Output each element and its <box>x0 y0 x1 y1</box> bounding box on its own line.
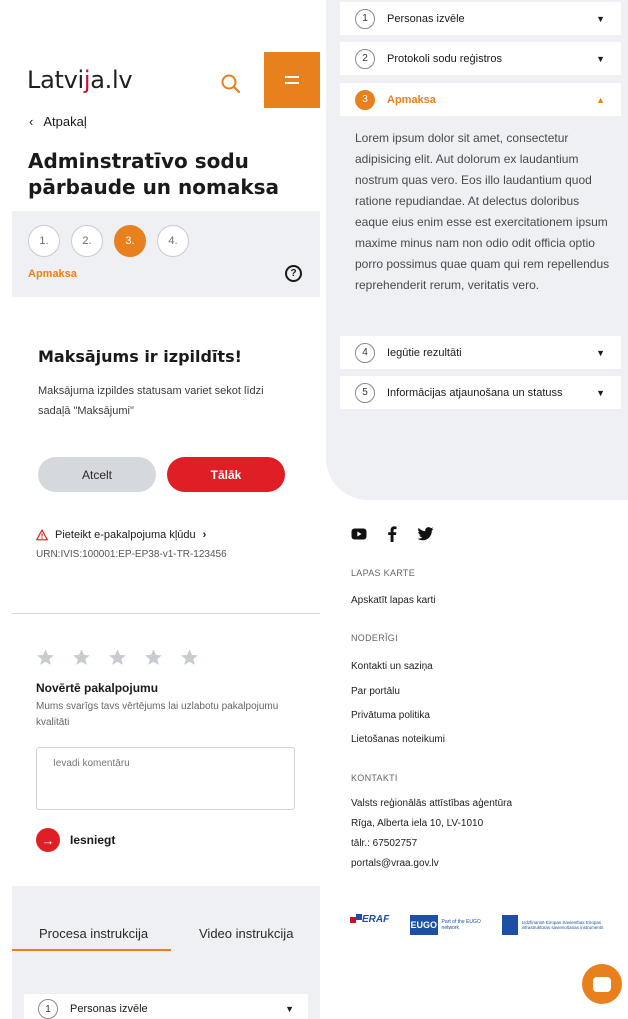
step-indicator: 1. 2. 3. 4. Apmaksa ? <box>12 211 320 297</box>
menu-line <box>285 76 299 78</box>
step-number: 3 <box>355 89 375 110</box>
help-icon[interactable]: ? <box>285 265 302 282</box>
star-icon[interactable] <box>36 648 55 667</box>
tab-video-instructions[interactable]: Video instrukcija <box>199 926 293 941</box>
contact-agency: Valsts reģionālās attīstības aģentūra <box>351 798 513 809</box>
submit-label: Iesniegt <box>70 833 116 847</box>
logo-text: Latvi <box>27 66 84 94</box>
menu-line <box>285 82 299 84</box>
accordion-label: Informācijas atjaunošana un statuss <box>387 386 563 399</box>
rating-stars <box>36 648 199 667</box>
footer-link-contacts[interactable]: Kontakti un saziņa <box>351 661 433 672</box>
accordion-label: Apmaksa <box>387 93 436 106</box>
rating-title: Novērtē pakalpojumu <box>36 681 159 695</box>
instruction-item-label: Personas izvēle <box>70 1003 148 1015</box>
instruction-item-1[interactable]: 1 Personas izvēle ▼ <box>24 994 308 1019</box>
submit-button[interactable]: → Iesniegt <box>36 828 115 852</box>
active-tab-indicator <box>12 949 171 951</box>
main-column: Latvija.lv ‹ Atpakaļ Adminstratīvo sodu … <box>0 0 320 1019</box>
hamburger-menu-button[interactable] <box>264 52 320 108</box>
step-2[interactable]: 2. <box>71 225 103 257</box>
star-icon[interactable] <box>108 648 127 667</box>
eugo-mark: EUGO <box>410 915 438 935</box>
report-error-link[interactable]: Pieteikt e-pakalpojuma kļūdu › <box>36 529 206 541</box>
youtube-icon[interactable] <box>351 527 367 541</box>
logo-text-rest: a.lv <box>90 66 133 94</box>
contact-phone: tālr.: 67502757 <box>351 838 418 849</box>
rating-text: Mums svarīgs tavs vērtējums lai uzlabotu… <box>36 701 279 728</box>
star-icon[interactable] <box>144 648 163 667</box>
partner-logos: ERAF EUGO Part of the EUGO network Līdzf… <box>350 912 612 938</box>
chevron-left-icon: ‹ <box>29 114 34 129</box>
eraf-logo: ERAF <box>350 912 394 938</box>
latvija-logo[interactable]: Latvija.lv <box>27 66 133 94</box>
step-3[interactable]: 3. <box>114 225 146 257</box>
contact-address: Rīga, Alberta iela 10, LV-1010 <box>351 818 484 829</box>
step-4[interactable]: 4. <box>157 225 189 257</box>
step-number: 1 <box>355 8 375 29</box>
step-number: 4 <box>355 342 375 363</box>
eu-funding-logo: Līdzfinansē Eiropas Savienības Eiropas i… <box>502 912 612 938</box>
star-icon[interactable] <box>72 648 91 667</box>
sitemap-heading: LAPAS KARTE <box>351 568 415 578</box>
accordion-item-2[interactable]: 2 Protokoli sodu reģistros ▼ <box>340 42 621 75</box>
chevron-down-icon: ▼ <box>285 1004 294 1014</box>
report-error-label: Pieteikt e-pakalpojuma kļūdu <box>55 529 196 541</box>
chevron-right-icon: › <box>202 529 207 541</box>
footer-link-privacy[interactable]: Privātuma politika <box>351 710 430 721</box>
warning-icon <box>36 529 48 541</box>
divider <box>12 613 320 614</box>
result-text: Maksājuma izpildes statusam variet sekot… <box>38 385 264 417</box>
accordion-body: Lorem ipsum dolor sit amet, consectetur … <box>355 131 610 292</box>
next-button[interactable]: Tālāk <box>167 457 285 492</box>
contact-email[interactable]: portals@vraa.gov.lv <box>351 858 439 869</box>
chevron-up-icon: ▲ <box>596 94 605 105</box>
accordion-label: Personas izvēle <box>387 12 465 25</box>
footer-link-terms[interactable]: Lietošanas noteikumi <box>351 734 445 745</box>
chat-bubble <box>593 976 611 992</box>
sitemap-link[interactable]: Apskatīt lapas karti <box>351 595 435 606</box>
instructions-accordion: 1 Personas izvēle ▼ 2 Protokoli sodu reģ… <box>326 0 628 500</box>
eugo-logo: EUGO Part of the EUGO network <box>410 912 486 938</box>
page-title: Adminstratīvo sodu pārbaude un nomaksa <box>28 149 280 199</box>
instructions-section: Procesa instrukcija Video instrukcija 1 … <box>12 886 320 1019</box>
accordion-item-1[interactable]: 1 Personas izvēle ▼ <box>340 2 621 35</box>
footer-link-about[interactable]: Par portālu <box>351 686 400 697</box>
eugo-text: Part of the EUGO network <box>441 919 481 931</box>
cancel-button[interactable]: Atcelt <box>38 457 156 492</box>
active-step-label: Apmaksa <box>28 268 77 280</box>
accordion-label: Protokoli sodu reģistros <box>387 52 502 65</box>
chevron-down-icon: ▼ <box>596 13 605 24</box>
chevron-down-icon: ▼ <box>596 53 605 64</box>
eu-flag-icon <box>502 915 518 935</box>
step-number: 2 <box>355 48 375 69</box>
accordion-label: Iegūtie rezultāti <box>387 346 462 359</box>
useful-heading: NODERĪGI <box>351 633 398 643</box>
back-label: Atpakaļ <box>43 114 87 129</box>
accordion-item-4[interactable]: 4 Iegūtie rezultāti ▼ <box>340 336 621 369</box>
chat-icon[interactable] <box>582 964 622 1004</box>
result-title: Maksājums ir izpildīts! <box>38 347 242 366</box>
star-icon[interactable] <box>180 648 199 667</box>
urn-identifier: URN:IVIS:100001:EP-EP38-v1-TR-123456 <box>36 549 227 560</box>
side-column: 1 Personas izvēle ▼ 2 Protokoli sodu reģ… <box>326 0 628 1019</box>
back-link[interactable]: ‹ Atpakaļ <box>29 114 87 129</box>
comment-input[interactable]: Ievadi komentāru <box>36 747 295 810</box>
contacts-heading: KONTAKTI <box>351 773 398 783</box>
step-1[interactable]: 1. <box>28 225 60 257</box>
social-links <box>351 526 434 542</box>
twitter-icon[interactable] <box>417 527 434 541</box>
step-number: 5 <box>355 382 375 403</box>
chevron-down-icon: ▼ <box>596 387 605 398</box>
step-number: 1 <box>38 999 58 1019</box>
arrow-right-icon: → <box>36 828 60 852</box>
eu-funding-text: Līdzfinansē Eiropas Savienības Eiropas i… <box>521 919 604 931</box>
tab-process-instructions[interactable]: Procesa instrukcija <box>39 926 148 941</box>
accordion-item-5[interactable]: 5 Informācijas atjaunošana un statuss ▼ <box>340 376 621 409</box>
chevron-down-icon: ▼ <box>596 347 605 358</box>
search-icon[interactable] <box>219 72 243 96</box>
accordion-item-3[interactable]: 3 Apmaksa ▲ <box>340 83 621 116</box>
facebook-icon[interactable] <box>387 526 397 542</box>
eraf-text: ERAF <box>362 914 390 925</box>
